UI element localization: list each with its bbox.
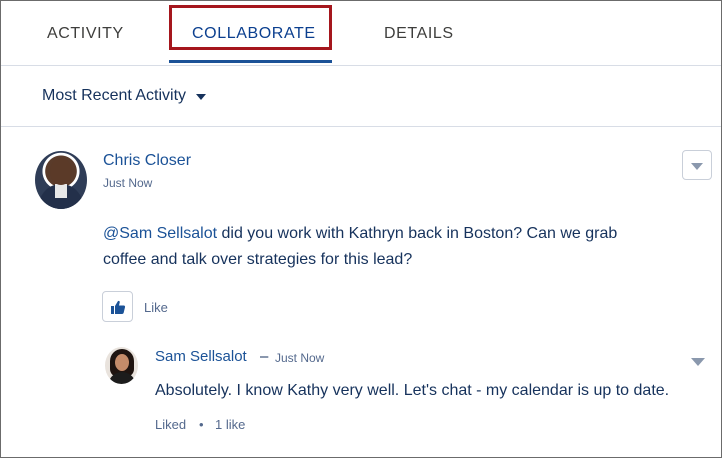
post-text-line2: coffee and talk over strategies for this… (103, 251, 413, 268)
caret-down-icon (196, 94, 207, 100)
comment-author-link[interactable]: Sam Sellsalot (155, 348, 247, 365)
comment-dash: – (260, 348, 269, 365)
tab-highlight-box (169, 5, 332, 50)
like-link[interactable]: Like (144, 300, 168, 315)
post-body: @Sam Sellsalot did you work with Kathryn… (103, 221, 693, 273)
avatar[interactable] (35, 151, 87, 209)
divider (1, 126, 721, 127)
post-menu-button[interactable] (682, 150, 712, 180)
activity-filter-dropdown[interactable]: Most Recent Activity (42, 87, 207, 105)
avatar[interactable] (105, 347, 138, 384)
comment-timestamp: Just Now (275, 351, 325, 365)
tab-activity[interactable]: ACTIVITY (47, 25, 124, 43)
like-button[interactable] (102, 291, 133, 322)
separator-dot: • (199, 417, 204, 432)
chevron-down-icon (691, 163, 703, 170)
thumbs-up-icon (111, 300, 126, 314)
comment-body: Absolutely. I know Kathy very well. Let'… (155, 382, 670, 399)
tab-bar: ACTIVITY COLLABORATE DETAILS (1, 1, 721, 66)
post-timestamp: Just Now (103, 176, 153, 190)
post-text-line1: did you work with Kathryn back in Boston… (217, 225, 618, 242)
mention-link[interactable]: @Sam Sellsalot (103, 225, 217, 242)
active-tab-underline (169, 60, 332, 63)
feed-panel: ACTIVITY COLLABORATE DETAILS Most Recent… (0, 0, 722, 458)
activity-filter-label: Most Recent Activity (42, 87, 187, 104)
liked-link[interactable]: Liked (155, 417, 186, 432)
post-author-link[interactable]: Chris Closer (103, 152, 191, 170)
tab-details[interactable]: DETAILS (384, 25, 454, 43)
like-count-link[interactable]: 1 like (215, 417, 245, 432)
chevron-down-icon[interactable] (691, 358, 705, 366)
